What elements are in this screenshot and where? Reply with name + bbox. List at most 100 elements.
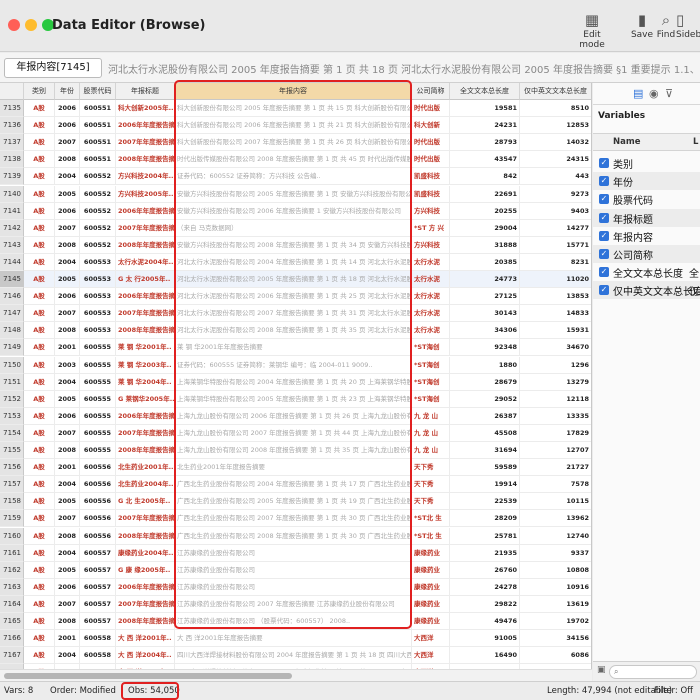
table-cell[interactable]: 康缘药业: [412, 561, 450, 579]
table-cell[interactable]: 安徽方兴科技股份有限公司 2005 年度报告摘要 第 1 页 安徽方兴科技股份有…: [175, 185, 412, 203]
variable-row[interactable]: ✓ 公司简称: [593, 245, 700, 263]
table-cell[interactable]: 600555: [80, 356, 116, 374]
table-cell[interactable]: 2008年年度报告摘要: [116, 151, 175, 169]
table-cell[interactable]: 上海莱钢华特股份有限公司 2005 年度报告摘要 第 1 页 共 23 页 上海…: [175, 390, 412, 408]
table-cell[interactable]: A股: [24, 356, 55, 374]
table-row[interactable]: 7140 A股 2005 600552 方兴科技2005年.. 安徽方兴科技股份有限公司 …: [0, 185, 591, 203]
table-cell[interactable]: 凯盛科技: [412, 185, 450, 203]
table-cell[interactable]: 600555: [80, 339, 116, 357]
table-cell[interactable]: 天下秀: [412, 493, 450, 511]
table-cell[interactable]: 大 西 洋2001年..: [116, 630, 175, 648]
table-row[interactable]: 7164A股20076005572007年年度报告摘要江苏康缘药业股份有限公司 …: [0, 595, 591, 613]
table-cell[interactable]: 14032: [520, 134, 591, 152]
table-cell[interactable]: 安徽方兴科技股份有限公司 2008 年度报告摘要 第 1 页 共 34 页 安徽…: [175, 236, 412, 254]
table-cell[interactable]: 600555: [80, 424, 116, 442]
row-number[interactable]: 7139: [0, 168, 24, 186]
table-cell[interactable]: 方兴科技: [412, 236, 450, 254]
table-cell[interactable]: 19581: [450, 100, 520, 117]
table-cell[interactable]: 太行水泥: [412, 305, 450, 323]
row-number[interactable]: 7166: [0, 630, 24, 648]
table-cell[interactable]: 21935: [450, 544, 520, 562]
table-cell[interactable]: 29052: [450, 390, 520, 408]
table-cell[interactable]: 9273: [520, 186, 591, 203]
table-cell[interactable]: 2004: [55, 647, 80, 665]
variable-checkbox[interactable]: ✓: [599, 249, 609, 259]
variable-checkbox[interactable]: ✓: [599, 158, 609, 168]
table-cell[interactable]: 92348: [450, 339, 520, 357]
row-number[interactable]: 7144: [0, 253, 24, 271]
table-cell[interactable]: 九 龙 山: [412, 407, 450, 425]
table-cell[interactable]: 45508: [450, 424, 520, 442]
table-row[interactable]: 7145 A股 2005 600553 G 太 行2005年.. 河北太行水泥股份有限公司…: [0, 271, 591, 288]
table-cell[interactable]: 15931: [520, 322, 591, 340]
table-cell[interactable]: 20385: [450, 253, 520, 271]
row-number[interactable]: 7158: [0, 493, 24, 511]
table-row[interactable]: 7160A股20086005562008年年度报告摘要广西北生药业股份有限公司 …: [0, 527, 591, 545]
column-header[interactable]: 股票代码: [80, 83, 116, 100]
table-cell[interactable]: 600551: [80, 134, 116, 152]
table-row[interactable]: 7149 A股 2001 600555 莱 钢 华2001年.. 莱 钢 华2001年年度…: [0, 339, 591, 357]
table-cell[interactable]: A股: [24, 544, 55, 562]
table-cell[interactable]: 2007年年度报告摘要: [116, 219, 175, 237]
table-cell[interactable]: A股: [24, 630, 55, 648]
table-cell[interactable]: 600556: [80, 476, 116, 494]
table-cell[interactable]: 600553: [80, 288, 116, 306]
table-cell[interactable]: 11020: [520, 271, 591, 288]
table-cell[interactable]: G 莱钢华2005年..: [116, 390, 175, 408]
edit-mode-button[interactable]: ▦ Edit mode: [570, 10, 614, 50]
table-cell[interactable]: 时代出版: [412, 134, 450, 152]
table-cell[interactable]: 方兴科技: [412, 202, 450, 220]
table-cell[interactable]: 28679: [450, 373, 520, 391]
table-cell[interactable]: 19702: [520, 613, 591, 630]
table-cell[interactable]: 59589: [450, 459, 520, 477]
table-cell[interactable]: 600555: [80, 407, 116, 425]
table-row[interactable]: 7163A股20066005572006年年度报告摘要江苏康缘药业股份有限公司康…: [0, 578, 591, 596]
table-cell[interactable]: 2003: [55, 356, 80, 374]
row-number[interactable]: 7143: [0, 236, 24, 254]
table-cell[interactable]: 河北太行水泥股份有限公司 2004 年度报告摘要 第 1 页 共 14 页 河北…: [175, 253, 412, 271]
table-cell[interactable]: *ST海创: [412, 373, 450, 391]
table-cell[interactable]: G 康 缘2005年..: [116, 561, 175, 579]
table-cell[interactable]: A股: [24, 288, 55, 306]
variable-row[interactable]: ✓ 全文文本总长度全: [593, 263, 700, 281]
table-cell[interactable]: 27125: [450, 288, 520, 306]
table-row[interactable]: 7165A股20086005572008年年度报告摘要江苏康缘药业股份有限公司 …: [0, 613, 591, 630]
row-number[interactable]: 7141: [0, 202, 24, 220]
table-cell[interactable]: 证券代码：600555 证券简称：莱钢华 编号：临 2004-011 9009.…: [175, 356, 412, 374]
table-cell[interactable]: 24231: [450, 117, 520, 135]
table-cell[interactable]: 15771: [520, 237, 591, 254]
table-cell[interactable]: 大 西 洋2001年年度报告摘要: [175, 630, 412, 648]
table-cell[interactable]: 12853: [520, 117, 591, 135]
table-cell[interactable]: 600556: [80, 527, 116, 545]
table-cell[interactable]: 9403: [520, 203, 591, 220]
table-cell[interactable]: 方兴科技2004年..: [116, 168, 175, 186]
row-number[interactable]: 7135: [0, 100, 24, 117]
table-cell[interactable]: 2008: [55, 442, 80, 459]
table-cell[interactable]: 北生药业2004年..: [116, 476, 175, 494]
row-number[interactable]: 7164: [0, 595, 24, 613]
table-cell[interactable]: 34306: [450, 322, 520, 340]
table-cell[interactable]: A股: [24, 476, 55, 494]
table-cell[interactable]: 河北太行水泥股份有限公司 2005 年度报告摘要 第 1 页 共 18 页 河北…: [175, 271, 412, 288]
row-number[interactable]: 7148: [0, 322, 24, 340]
table-cell[interactable]: 10916: [520, 579, 591, 596]
table-row[interactable]: 7158 A股 2005 600556 G 北 生2005年.. 广西北生药业股份有限公司…: [0, 493, 591, 511]
row-number[interactable]: 7145: [0, 271, 24, 288]
filter-icon[interactable]: ⊽: [665, 87, 673, 100]
table-row[interactable]: 7157 A股 2004 600556 北生药业2004年.. 广西北生药业股份有限公司 …: [0, 476, 591, 494]
table-cell[interactable]: 江苏康缘药业股份有限公司: [175, 544, 412, 562]
table-cell[interactable]: 时代出版: [412, 151, 450, 169]
table-cell[interactable]: 2007: [55, 134, 80, 152]
table-cell[interactable]: 2006年年度报告摘要: [116, 117, 175, 135]
table-cell[interactable]: A股: [24, 185, 55, 203]
row-number[interactable]: 7157: [0, 476, 24, 494]
table-cell[interactable]: 600556: [80, 493, 116, 511]
table-cell[interactable]: A股: [24, 647, 55, 665]
table-cell[interactable]: A股: [24, 236, 55, 254]
row-number[interactable]: 7153: [0, 407, 24, 425]
table-row[interactable]: 7150 A股 2003 600555 莱 钢 华2003年.. 证券代码：600555 …: [0, 356, 591, 374]
table-cell[interactable]: A股: [24, 322, 55, 340]
table-row[interactable]: 7148A股20086005532008年年度报告摘要河北太行水泥股份有限公司 …: [0, 322, 591, 340]
table-cell[interactable]: A股: [24, 202, 55, 220]
name-column-header[interactable]: Name: [613, 137, 640, 147]
